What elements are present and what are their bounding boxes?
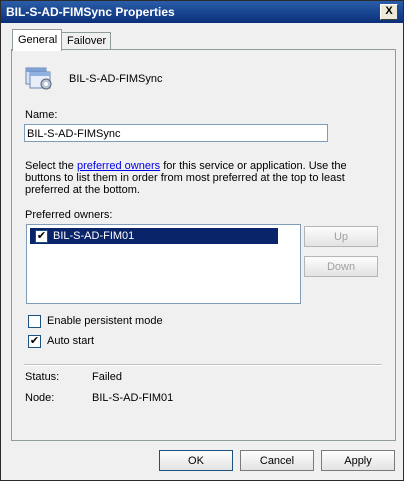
tab-general[interactable]: General xyxy=(12,29,62,51)
down-button[interactable]: Down xyxy=(304,256,378,277)
list-item[interactable]: ✔ BIL-S-AD-FIM01 xyxy=(30,228,278,244)
auto-start-checkbox[interactable]: ✔ xyxy=(28,335,41,348)
preferred-owners-description: Select the preferred owners for this ser… xyxy=(25,160,355,196)
divider xyxy=(24,364,382,366)
properties-dialog: BIL-S-AD-FIMSync Properties X General Fa… xyxy=(0,0,404,481)
auto-start-label: Auto start xyxy=(47,335,95,347)
node-label: Node: xyxy=(25,392,55,404)
cancel-button[interactable]: Cancel xyxy=(240,450,314,471)
status-label: Status: xyxy=(25,371,60,383)
description-text-start: Select the xyxy=(25,160,77,172)
tab-failover[interactable]: Failover xyxy=(61,32,111,50)
preferred-owners-list[interactable]: ✔ BIL-S-AD-FIM01 xyxy=(26,224,301,304)
status-value: Failed xyxy=(92,371,122,383)
service-icon xyxy=(25,67,52,90)
title-bar[interactable]: BIL-S-AD-FIMSync Properties X xyxy=(1,1,403,23)
persistent-mode-checkbox[interactable] xyxy=(28,315,41,328)
window-title: BIL-S-AD-FIMSync Properties xyxy=(6,5,175,19)
name-field[interactable]: BIL-S-AD-FIMSync xyxy=(24,124,328,142)
name-label: Name: xyxy=(25,109,58,121)
apply-button[interactable]: Apply xyxy=(321,450,395,471)
persistent-mode-label: Enable persistent mode xyxy=(47,315,163,327)
owner-checkbox[interactable]: ✔ xyxy=(35,230,48,243)
node-value: BIL-S-AD-FIM01 xyxy=(92,392,174,404)
service-name-heading: BIL-S-AD-FIMSync xyxy=(69,73,163,85)
preferred-owners-label: Preferred owners: xyxy=(25,209,113,221)
preferred-owners-link[interactable]: preferred owners xyxy=(77,160,160,172)
up-button[interactable]: Up xyxy=(304,226,378,247)
ok-button[interactable]: OK xyxy=(159,450,233,471)
general-panel: BIL-S-AD-FIMSync Name: BIL-S-AD-FIMSync … xyxy=(11,49,396,441)
owner-name: BIL-S-AD-FIM01 xyxy=(53,230,135,242)
close-button[interactable]: X xyxy=(380,4,398,20)
